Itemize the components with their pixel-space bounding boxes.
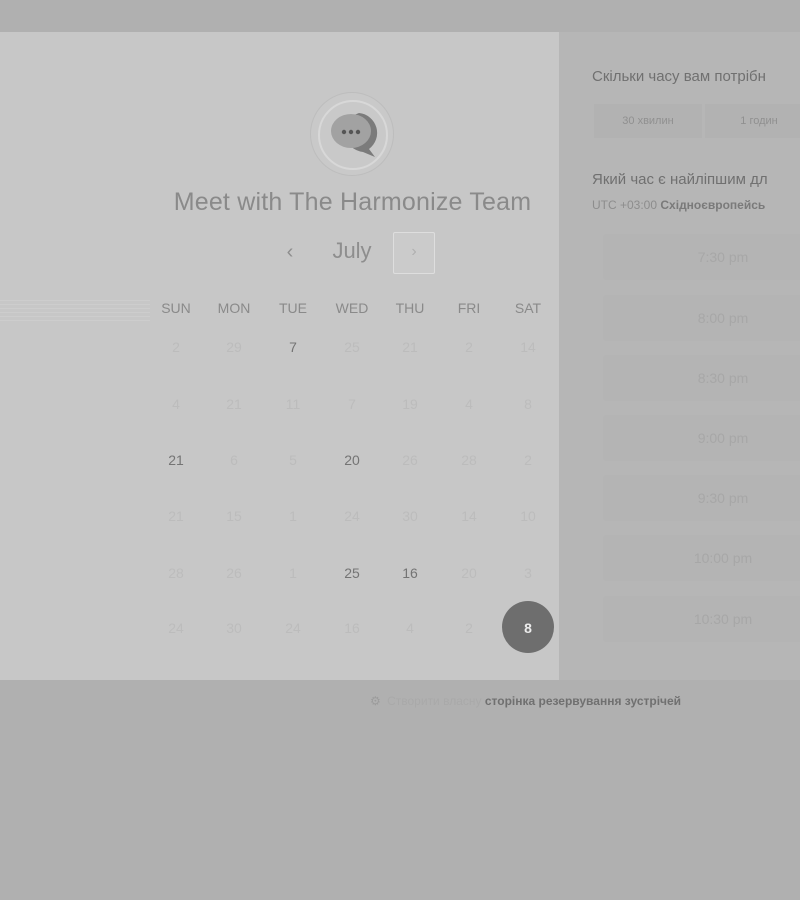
- calendar-day: 24: [285, 620, 301, 636]
- calendar-week: 4 21 11 7 19 4 8: [0, 384, 600, 424]
- calendar-day: 21: [168, 508, 184, 524]
- chat-bubble-ellipsis-icon: [318, 100, 388, 170]
- calendar-day: 20: [461, 565, 477, 581]
- calendar-day: 11: [285, 396, 301, 412]
- calendar-day[interactable]: 21: [147, 440, 205, 480]
- calendar-day: 10: [520, 508, 536, 524]
- time-slot[interactable]: 9:00 pm: [603, 415, 800, 461]
- time-slot[interactable]: 9:30 pm: [603, 475, 800, 521]
- create-booking-page-footer: ⚙ Створити власну сторінка резервування …: [370, 694, 681, 708]
- calendar-day[interactable]: 25: [323, 553, 381, 593]
- time-question: Який час є найліпшим дл: [592, 171, 768, 188]
- create-booking-page-link[interactable]: сторінка резервування зустрічей: [485, 694, 681, 708]
- weekday-label: SAT: [514, 300, 542, 316]
- next-month-button[interactable]: ›: [393, 232, 435, 274]
- weekday-label: MON: [217, 300, 251, 316]
- calendar-day: 28: [168, 565, 184, 581]
- hubspot-sprocket-icon: ⚙: [370, 694, 381, 708]
- calendar-day[interactable]: 16: [381, 553, 439, 593]
- calendar-day: 21: [402, 339, 418, 355]
- time-slot[interactable]: 10:00 pm: [603, 535, 800, 581]
- timezone-offset: UTC +03:00: [592, 198, 658, 212]
- calendar-day: 4: [172, 396, 180, 412]
- weekday-header: SUN MON TUE WED THU FRI SAT: [0, 300, 600, 320]
- time-slot[interactable]: 10:30 pm: [603, 596, 800, 642]
- calendar-day: 28: [461, 452, 477, 468]
- calendar-day: 21: [226, 396, 242, 412]
- calendar-day: 5: [289, 452, 297, 468]
- weekday-label: TUE: [279, 300, 307, 316]
- time-slot[interactable]: 8:00 pm: [603, 295, 800, 341]
- calendar-day: 24: [168, 620, 184, 636]
- duration-30-min-button[interactable]: 30 хвилин: [594, 104, 702, 138]
- calendar-day: 16: [344, 620, 360, 636]
- calendar-day: 19: [402, 396, 418, 412]
- time-slot[interactable]: 7:30 pm: [603, 234, 800, 280]
- calendar-day: 14: [520, 339, 536, 355]
- month-label: July: [332, 238, 372, 263]
- calendar-day: 30: [226, 620, 242, 636]
- weekday-label: THU: [395, 300, 425, 316]
- calendar-day: 3: [524, 565, 532, 581]
- calendar-week: 24 30 24 16 4 2 8: [0, 608, 600, 648]
- calendar-day: 2: [465, 339, 473, 355]
- calendar-day[interactable]: 7: [264, 327, 322, 367]
- calendar-day: 30: [402, 508, 418, 524]
- calendar-day: 14: [461, 508, 477, 524]
- calendar-day: 6: [230, 452, 238, 468]
- calendar-day: 1: [289, 508, 297, 524]
- calendar-day-selected[interactable]: 8: [499, 608, 557, 648]
- time-slot[interactable]: 8:30 pm: [603, 355, 800, 401]
- calendar-week: 2 29 7 25 21 2 14: [0, 327, 600, 367]
- footer-prefix: Створити власну: [387, 694, 482, 708]
- time-selection-panel: Скільки часу вам потрібн 30 хвилин 1 год…: [559, 32, 800, 680]
- organizer-avatar: [310, 92, 394, 176]
- calendar-day: 29: [226, 339, 242, 355]
- calendar-day: 8: [524, 396, 532, 412]
- calendar-week: 21 15 1 24 30 14 10: [0, 496, 600, 536]
- duration-1-hour-button[interactable]: 1 годин: [705, 104, 800, 138]
- calendar-day: 2: [172, 339, 180, 355]
- calendar-week: 28 26 1 25 16 20 3: [0, 553, 600, 593]
- calendar-day: 7: [348, 396, 356, 412]
- timezone-selector[interactable]: UTC +03:00 Східноєвропейсь: [592, 198, 765, 212]
- weekday-label: FRI: [457, 300, 481, 316]
- calendar-day: 1: [289, 565, 297, 581]
- calendar-day: 25: [344, 339, 360, 355]
- calendar-day: 2: [524, 452, 532, 468]
- calendar-day: 24: [344, 508, 360, 524]
- calendar-day[interactable]: 20: [323, 440, 381, 480]
- calendar-day: 26: [402, 452, 418, 468]
- calendar-day: 15: [226, 508, 242, 524]
- calendar-day: 26: [226, 565, 242, 581]
- weekday-label: SUN: [161, 300, 191, 316]
- duration-question: Скільки часу вам потрібн: [592, 68, 766, 85]
- timezone-name: Східноєвропейсь: [660, 198, 766, 212]
- weekday-label: WED: [335, 300, 369, 316]
- calendar-week: 21 6 5 20 26 28 2: [0, 440, 600, 480]
- previous-month-button[interactable]: ‹: [276, 232, 304, 274]
- calendar-day: 4: [465, 396, 473, 412]
- calendar-day: 4: [406, 620, 414, 636]
- calendar-day: 2: [465, 620, 473, 636]
